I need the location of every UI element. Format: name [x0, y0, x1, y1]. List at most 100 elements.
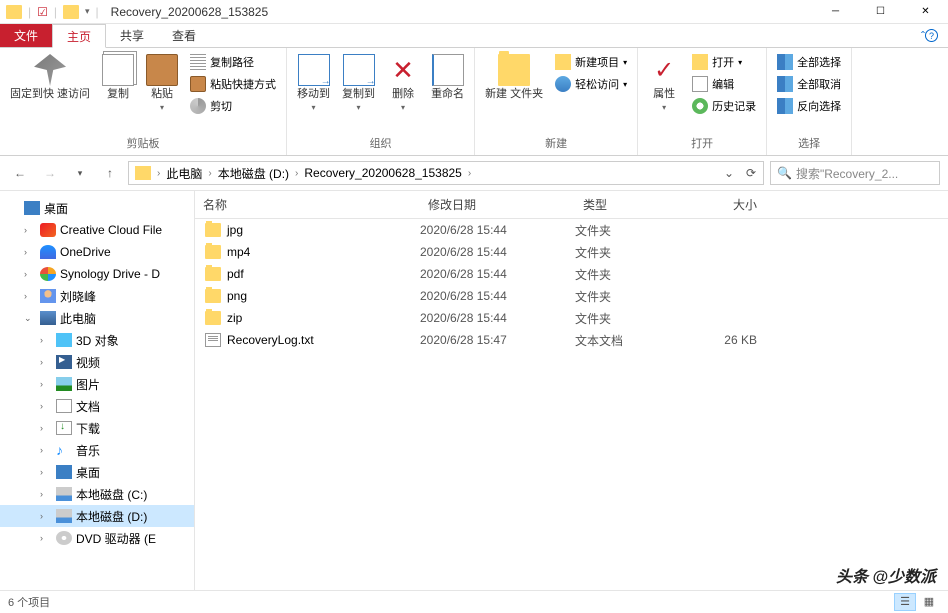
file-row[interactable]: pdf2020/6/28 15:44文件夹 [195, 263, 948, 285]
expand-icon[interactable]: › [40, 533, 52, 543]
file-date: 2020/6/28 15:44 [420, 289, 575, 303]
column-size[interactable]: 大小 [685, 196, 765, 213]
select-none-button[interactable]: 全部取消 [773, 74, 845, 94]
file-row[interactable]: zip2020/6/28 15:44文件夹 [195, 307, 948, 329]
tree-item[interactable]: 桌面 [0, 197, 194, 219]
tree-item[interactable]: ›刘晓峰 [0, 285, 194, 307]
tab-share[interactable]: 共享 [106, 24, 158, 47]
forward-button[interactable]: → [38, 161, 62, 185]
refresh-button[interactable]: ⟳ [741, 166, 761, 180]
navigation-row: ← → ▾ ↑ › 此电脑 › 本地磁盘 (D:) › Recovery_202… [0, 156, 948, 190]
file-name: pdf [227, 267, 244, 281]
tree-item[interactable]: ›本地磁盘 (C:) [0, 483, 194, 505]
maximize-button[interactable]: ☐ [858, 0, 903, 24]
tree-icon [56, 421, 72, 435]
folder-icon[interactable] [63, 5, 79, 19]
search-icon: 🔍 [777, 166, 792, 180]
expand-icon[interactable]: › [40, 511, 52, 521]
open-button[interactable]: 打开 ▾ [688, 52, 760, 72]
copy-path-button[interactable]: 复制路径 [186, 52, 280, 72]
details-view-button[interactable]: ☰ [894, 593, 916, 611]
paste-shortcut-button[interactable]: 粘贴快捷方式 [186, 74, 280, 94]
expand-icon[interactable]: › [40, 335, 52, 345]
select-all-button[interactable]: 全部选择 [773, 52, 845, 72]
breadcrumb[interactable]: 此电脑 [162, 165, 206, 182]
tree-item[interactable]: ›OneDrive [0, 241, 194, 263]
expand-icon[interactable]: › [40, 489, 52, 499]
edit-button[interactable]: 编辑 [688, 74, 760, 94]
watermark: 头条 @少数派 [836, 563, 936, 587]
easy-access-button[interactable]: 轻松访问 ▾ [551, 74, 631, 94]
tab-view[interactable]: 查看 [158, 24, 210, 47]
tree-item[interactable]: ›Synology Drive - D [0, 263, 194, 285]
status-bar: 6 个项目 ☰ ▦ [0, 590, 948, 612]
tree-item[interactable]: ›图片 [0, 373, 194, 395]
back-button[interactable]: ← [8, 161, 32, 185]
column-date[interactable]: 修改日期 [420, 196, 575, 213]
expand-icon[interactable]: ⌄ [24, 313, 36, 324]
close-button[interactable]: ✕ [903, 0, 948, 24]
file-date: 2020/6/28 15:44 [420, 223, 575, 237]
properties-button[interactable]: ✓属性▾ [642, 50, 686, 116]
expand-icon[interactable]: › [40, 379, 52, 389]
copy-to-button[interactable]: 复制到▾ [336, 50, 381, 116]
qat-check-icon[interactable]: ☑ [37, 5, 48, 19]
expand-icon[interactable]: › [40, 423, 52, 433]
file-date: 2020/6/28 15:44 [420, 245, 575, 259]
new-folder-button[interactable]: 新建 文件夹 [479, 50, 549, 105]
large-icons-view-button[interactable]: ▦ [918, 593, 940, 611]
tab-home[interactable]: 主页 [52, 24, 106, 48]
expand-icon[interactable]: › [24, 225, 36, 235]
column-type[interactable]: 类型 [575, 196, 685, 213]
delete-button[interactable]: ✕删除▾ [381, 50, 425, 116]
tree-item[interactable]: ⌄此电脑 [0, 307, 194, 329]
ribbon-help-icon[interactable]: ˆ ? [911, 24, 948, 47]
tree-item[interactable]: ›本地磁盘 (D:) [0, 505, 194, 527]
file-type: 文件夹 [575, 310, 685, 327]
breadcrumb[interactable]: Recovery_20200628_153825 [300, 166, 465, 180]
file-row[interactable]: png2020/6/28 15:44文件夹 [195, 285, 948, 307]
search-input[interactable]: 🔍 搜索"Recovery_2... [770, 161, 940, 185]
folder-icon [205, 245, 221, 259]
tree-item[interactable]: ›文档 [0, 395, 194, 417]
tree-item[interactable]: ›下载 [0, 417, 194, 439]
file-type: 文件夹 [575, 288, 685, 305]
new-item-button[interactable]: 新建项目 ▾ [551, 52, 631, 72]
expand-icon[interactable]: › [40, 467, 52, 477]
expand-icon[interactable]: › [24, 269, 36, 279]
file-row[interactable]: mp42020/6/28 15:44文件夹 [195, 241, 948, 263]
tree-item[interactable]: ›DVD 驱动器 (E [0, 527, 194, 549]
invert-select-button[interactable]: 反向选择 [773, 96, 845, 116]
column-name[interactable]: 名称 [195, 196, 420, 213]
expand-icon[interactable]: › [24, 291, 36, 301]
tree-icon [40, 311, 56, 325]
address-bar[interactable]: › 此电脑 › 本地磁盘 (D:) › Recovery_20200628_15… [128, 161, 764, 185]
expand-icon[interactable]: › [24, 247, 36, 257]
tree-item[interactable]: ›♪音乐 [0, 439, 194, 461]
history-button[interactable]: 历史记录 [688, 96, 760, 116]
recent-dropdown[interactable]: ▾ [68, 161, 92, 185]
tree-item[interactable]: ›视频 [0, 351, 194, 373]
file-row[interactable]: jpg2020/6/28 15:44文件夹 [195, 219, 948, 241]
tree-item[interactable]: ›Creative Cloud File [0, 219, 194, 241]
tab-file[interactable]: 文件 [0, 24, 52, 47]
tree-icon [56, 487, 72, 501]
copy-button[interactable]: 复制 [96, 50, 140, 105]
expand-icon[interactable]: › [40, 357, 52, 367]
address-dropdown[interactable]: ⌄ [719, 166, 739, 180]
tree-item[interactable]: ›3D 对象 [0, 329, 194, 351]
up-button[interactable]: ↑ [98, 161, 122, 185]
minimize-button[interactable]: ─ [813, 0, 858, 24]
paste-button[interactable]: 粘贴▾ [140, 50, 184, 116]
expand-icon[interactable]: › [40, 445, 52, 455]
cut-button[interactable]: 剪切 [186, 96, 280, 116]
breadcrumb[interactable]: 本地磁盘 (D:) [214, 165, 293, 182]
pin-button[interactable]: 固定到快 速访问 [4, 50, 96, 105]
rename-button[interactable]: 重命名 [425, 50, 470, 105]
tree-item[interactable]: ›桌面 [0, 461, 194, 483]
file-row[interactable]: RecoveryLog.txt2020/6/28 15:47文本文档26 KB [195, 329, 948, 351]
move-to-button[interactable]: 移动到▾ [291, 50, 336, 116]
qat-dropdown-icon[interactable]: ▾ [85, 6, 90, 17]
file-name: zip [227, 311, 242, 325]
expand-icon[interactable]: › [40, 401, 52, 411]
